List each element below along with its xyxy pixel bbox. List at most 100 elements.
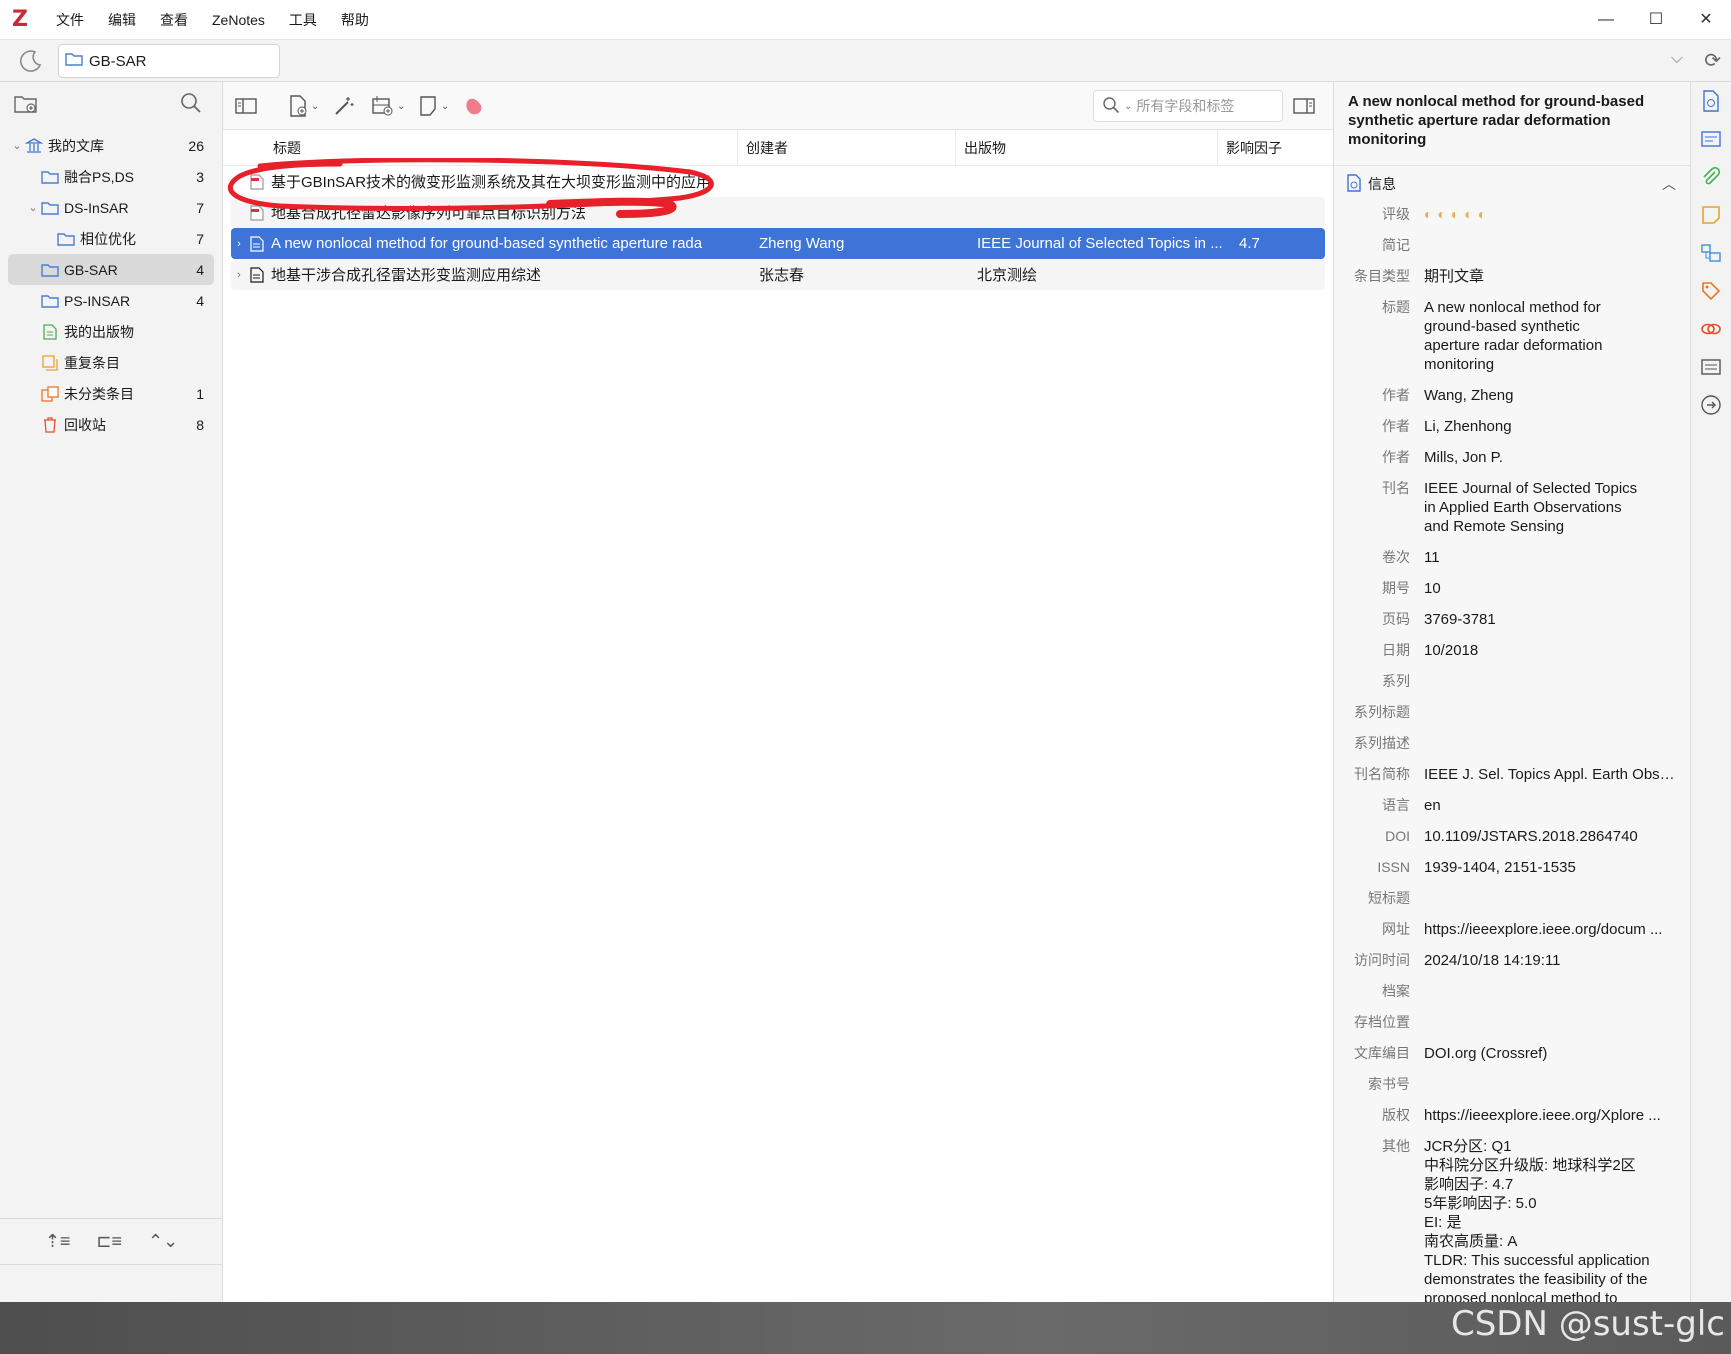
field-value[interactable] bbox=[1424, 672, 1676, 691]
menu-item[interactable]: 工具 bbox=[277, 0, 329, 40]
column-impact-factor[interactable]: 影响因子 bbox=[1218, 130, 1318, 166]
field-value[interactable] bbox=[1424, 703, 1676, 722]
row-expand-icon[interactable]: › bbox=[231, 269, 247, 281]
menu-item[interactable]: 编辑 bbox=[96, 0, 148, 40]
rating-stars[interactable]: ◐◐◐◐◐ bbox=[1424, 205, 1676, 224]
table-row[interactable]: › 地基干涉合成孔径雷达形变监测应用综述 张志春 北京测绘 bbox=[231, 259, 1325, 290]
sort-icon[interactable]: ⇡≡ bbox=[45, 1231, 71, 1252]
sidebar-item-collection[interactable]: 回收站 8 bbox=[0, 409, 222, 440]
toggle-item-pane-icon[interactable] bbox=[1293, 93, 1315, 119]
field-value[interactable]: Li, Zhenhong bbox=[1424, 417, 1676, 436]
info-field-row: 刊名 IEEE Journal of Selected Topics in App… bbox=[1334, 476, 1690, 539]
field-value[interactable] bbox=[1424, 236, 1676, 255]
chevron-down-icon[interactable]: ⌵ bbox=[1671, 50, 1683, 68]
menu-item[interactable]: 查看 bbox=[148, 0, 200, 40]
field-value[interactable]: Wang, Zheng bbox=[1424, 386, 1676, 405]
menu-item[interactable]: 文件 bbox=[44, 0, 96, 40]
field-value[interactable]: 10.1109/JSTARS.2018.2864740 bbox=[1424, 827, 1676, 846]
maximize-button[interactable]: ☐ bbox=[1631, 0, 1681, 40]
field-label: 短标题 bbox=[1368, 890, 1410, 906]
folder-icon bbox=[65, 52, 83, 70]
field-value[interactable]: https://ieeexplore.ieee.org/docum ... bbox=[1424, 920, 1676, 939]
dark-mode-icon[interactable] bbox=[18, 48, 44, 74]
minimize-button[interactable]: — bbox=[1581, 0, 1631, 40]
info-section-header[interactable]: 信息 ︿ bbox=[1334, 166, 1690, 202]
locate-nav-icon[interactable] bbox=[1691, 386, 1731, 424]
field-value[interactable]: A new nonlocal method for ground-based s… bbox=[1424, 298, 1676, 374]
new-item-icon[interactable]: ⌄ bbox=[287, 93, 319, 119]
sidebar-item-collection[interactable]: ⌄ DS-InSAR 7 bbox=[0, 192, 222, 223]
sidebar-item-collection[interactable]: 我的出版物 bbox=[0, 316, 222, 347]
field-value[interactable]: 1939-1404, 2151-1535 bbox=[1424, 858, 1676, 877]
attachment-nav-icon[interactable] bbox=[1691, 158, 1731, 196]
table-row[interactable]: 基于GBInSAR技术的微变形监测系统及其在大坝变形监测中的应用 bbox=[231, 166, 1325, 197]
field-value[interactable] bbox=[1424, 1075, 1676, 1094]
field-value[interactable]: 10 bbox=[1424, 579, 1676, 598]
related-nav-icon[interactable] bbox=[1691, 310, 1731, 348]
tree-view-icon[interactable]: ⊏≡ bbox=[96, 1231, 122, 1252]
info-field-row: 系列标题 bbox=[1334, 700, 1690, 725]
notes-nav-icon[interactable] bbox=[1691, 196, 1731, 234]
toggle-pane-icon[interactable] bbox=[235, 93, 257, 119]
table-row[interactable]: 地基合成孔径雷达影像序列可靠点目标识别方法 bbox=[231, 197, 1325, 228]
collections-footer: ⇡≡ ⊏≡ ⌃⌄ bbox=[0, 1218, 223, 1302]
expand-collapse-icon[interactable]: ⌃⌄ bbox=[148, 1231, 178, 1252]
sync-icon[interactable]: ⟳ bbox=[1704, 48, 1721, 73]
field-value[interactable] bbox=[1424, 982, 1676, 1001]
close-button[interactable]: ✕ bbox=[1681, 0, 1731, 40]
expand-toggle-icon[interactable]: ⌄ bbox=[10, 139, 24, 152]
libraries-nav-icon[interactable] bbox=[1691, 234, 1731, 272]
abstract-nav-icon[interactable] bbox=[1691, 120, 1731, 158]
chevron-down-icon[interactable]: ⌄ bbox=[1124, 101, 1132, 112]
new-note-icon[interactable]: ⌄ bbox=[419, 93, 449, 119]
new-collection-icon[interactable] bbox=[14, 94, 38, 118]
field-value[interactable]: https://ieeexplore.ieee.org/Xplore ... bbox=[1424, 1106, 1676, 1125]
sidebar-item-collection[interactable]: PS-INSAR 4 bbox=[0, 285, 222, 316]
add-attachment-icon[interactable]: ⌄ bbox=[371, 93, 405, 119]
search-input[interactable] bbox=[1136, 98, 1277, 114]
tags-nav-icon[interactable] bbox=[1691, 272, 1731, 310]
plugin-icon[interactable] bbox=[463, 93, 485, 119]
menu-item[interactable]: ZeNotes bbox=[200, 0, 277, 40]
column-title[interactable]: 标题 bbox=[223, 129, 738, 166]
sidebar-item-collection[interactable]: 未分类条目 1 bbox=[0, 378, 222, 409]
magic-wand-icon[interactable] bbox=[333, 93, 355, 119]
sidebar-item-collection[interactable]: 融合PS,DS 3 bbox=[0, 161, 222, 192]
field-value[interactable]: IEEE J. Sel. Topics Appl. Earth Obse ... bbox=[1424, 765, 1676, 784]
ext-nav-icon[interactable] bbox=[1691, 348, 1731, 386]
sidebar-item-collection[interactable]: GB-SAR 4 bbox=[8, 254, 214, 285]
field-label: 作者 bbox=[1382, 449, 1410, 465]
field-label: 页码 bbox=[1382, 611, 1410, 627]
search-icon[interactable] bbox=[180, 92, 202, 118]
field-value[interactable]: IEEE Journal of Selected Topics in Appli… bbox=[1424, 479, 1676, 536]
table-row[interactable]: › A new nonlocal method for ground-based … bbox=[231, 228, 1325, 259]
field-value[interactable]: DOI.org (Crossref) bbox=[1424, 1044, 1676, 1063]
field-value[interactable]: 3769-3781 bbox=[1424, 610, 1676, 629]
field-value[interactable]: en bbox=[1424, 796, 1676, 815]
field-value[interactable]: 2024/10/18 14:19:11 bbox=[1424, 951, 1676, 970]
field-value[interactable]: 10/2018 bbox=[1424, 641, 1676, 660]
column-publication[interactable]: 出版物 bbox=[956, 129, 1218, 166]
row-expand-icon[interactable]: › bbox=[231, 238, 247, 250]
collection-label: 未分类条目 bbox=[64, 385, 134, 402]
field-value[interactable] bbox=[1424, 734, 1676, 753]
expand-toggle-icon[interactable]: ⌄ bbox=[26, 201, 40, 214]
search-box[interactable]: ⌄ bbox=[1093, 90, 1283, 122]
field-value[interactable]: 11 bbox=[1424, 548, 1676, 567]
field-value[interactable]: 期刊文章 bbox=[1424, 267, 1676, 286]
field-value[interactable]: Mills, Jon P. bbox=[1424, 448, 1676, 467]
field-value[interactable] bbox=[1424, 889, 1676, 908]
title-bar: Z 文件 编辑 查看 ZeNotes 工具 帮助 — ☐ ✕ bbox=[0, 0, 1731, 40]
info-field-row: 作者 Li, Zhenhong bbox=[1334, 414, 1690, 439]
column-creator[interactable]: 创建者 bbox=[738, 129, 956, 166]
sidebar-item-collection[interactable]: 重复条目 bbox=[0, 347, 222, 378]
sidebar-item-collection[interactable]: ⌄ 我的文库 26 bbox=[0, 130, 222, 161]
info-nav-icon[interactable] bbox=[1691, 82, 1731, 120]
menu-item[interactable]: 帮助 bbox=[329, 0, 381, 40]
sidebar-item-collection[interactable]: 相位优化 7 bbox=[0, 223, 222, 254]
tab-collection[interactable]: GB-SAR bbox=[58, 44, 280, 78]
field-value[interactable] bbox=[1424, 1013, 1676, 1032]
field-label: 存档位置 bbox=[1354, 1014, 1410, 1030]
chevron-up-icon[interactable]: ︿ bbox=[1662, 174, 1676, 194]
info-field-row: 条目类型 期刊文章 bbox=[1334, 264, 1690, 289]
